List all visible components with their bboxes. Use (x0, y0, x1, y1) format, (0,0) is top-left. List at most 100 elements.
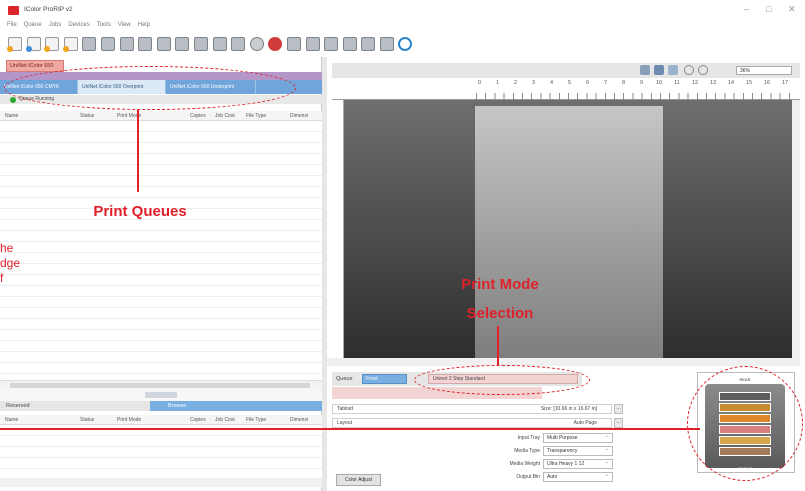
step-repeat-icon[interactable] (175, 37, 190, 51)
print-mode-label-line1: Print Mode (461, 276, 539, 293)
ruler-label: 5 (568, 80, 572, 86)
queue-icon[interactable] (305, 37, 320, 51)
paper-size-more-button[interactable]: … (614, 404, 623, 414)
settings-icon[interactable] (249, 37, 264, 51)
ruler-label: 7 (604, 80, 608, 86)
add-job-icon[interactable] (7, 37, 22, 52)
reserved-scrollbar[interactable] (0, 478, 322, 487)
zoom-select[interactable]: 36% (736, 66, 792, 75)
job-list-scrollbar[interactable] (0, 380, 322, 389)
preview-horizontal-scrollbar[interactable] (327, 358, 800, 366)
reserved-table-header: Name Status Print Mode Copies Job Cost F… (0, 415, 322, 425)
ruler-label: 2 (514, 80, 518, 86)
col-print-mode[interactable]: Print Mode (117, 415, 141, 425)
tab-browse[interactable]: Browse (150, 401, 322, 411)
menu-help[interactable]: Help (138, 22, 150, 32)
media-type-select[interactable]: Transparency (543, 445, 613, 456)
select-icon[interactable] (640, 65, 650, 75)
menu-file[interactable]: File (7, 22, 17, 32)
users-icon[interactable] (361, 37, 376, 51)
maximize-icon[interactable]: □ (766, 4, 771, 14)
col-status[interactable]: Status (80, 415, 94, 425)
color-icon[interactable] (286, 37, 301, 51)
output-bin-label: Output Bin (516, 474, 540, 480)
ruler-label: 3 (532, 80, 536, 86)
reprint-icon[interactable] (82, 37, 97, 51)
save-icon[interactable] (119, 37, 134, 51)
col-name[interactable]: Name (5, 111, 18, 121)
col-dimensions[interactable]: Dimensi (290, 111, 308, 121)
print-mode-highlight (414, 365, 590, 395)
cut-annotation-line3: f (0, 271, 4, 285)
print-job-icon[interactable] (44, 37, 60, 52)
layout-value: Auto Page (573, 420, 597, 426)
print-mode-label-line2: Selection (466, 305, 534, 322)
menu-view[interactable]: View (118, 22, 131, 32)
menu-tools[interactable]: Tools (97, 22, 111, 32)
queue-label: Queue (336, 376, 353, 382)
printer-highlight (687, 366, 803, 481)
zoom-in-icon[interactable] (684, 65, 694, 75)
queue-select[interactable]: Front (362, 374, 407, 384)
ruler-label: 4 (550, 80, 554, 86)
ruler-label: 1 (496, 80, 500, 86)
minimize-icon[interactable]: – (744, 4, 749, 14)
col-name[interactable]: Name (5, 415, 18, 425)
job-list (0, 121, 322, 380)
ruler-label: 9 (640, 80, 644, 86)
ruler-label: 0 (478, 80, 482, 86)
delete-icon[interactable] (268, 37, 283, 51)
input-tray-label: Input Tray (517, 435, 540, 441)
cut-annotation-line2: dge (0, 256, 21, 270)
ruler-label: 15 (746, 80, 753, 86)
col-job-cost[interactable]: Job Cost (215, 415, 235, 425)
title-bar (0, 0, 805, 22)
col-copies[interactable]: Copies (190, 415, 206, 425)
nest-icon[interactable] (100, 37, 115, 51)
preview-vertical-scrollbar[interactable] (792, 100, 800, 358)
col-file-type[interactable]: File Type (246, 415, 266, 425)
window-title: IColor ProRIP v2 (24, 6, 73, 13)
media-weight-select[interactable]: Ultra Heavy 1 12 (543, 458, 613, 469)
col-status[interactable]: Status (80, 111, 94, 121)
menu-queue[interactable]: Queue (24, 22, 42, 32)
menu-jobs[interactable]: Jobs (49, 22, 62, 32)
menu-devices[interactable]: Devices (68, 22, 89, 32)
process-job-icon[interactable] (25, 37, 41, 52)
col-dimensions[interactable]: Dimensi (290, 415, 308, 425)
preview-toolbar (332, 63, 800, 78)
layout-row[interactable]: Layout Auto Page (332, 418, 612, 428)
app-logo-icon (8, 6, 19, 15)
device-icon[interactable] (342, 37, 357, 51)
export-icon[interactable] (231, 37, 246, 51)
ruler-label: 14 (728, 80, 735, 86)
duplicate-icon[interactable] (138, 37, 153, 51)
printer-icon[interactable] (324, 37, 339, 51)
pane-splitter[interactable] (0, 389, 322, 401)
tile-icon[interactable] (156, 37, 171, 51)
input-tray-select[interactable]: Multi Purpose (543, 432, 613, 443)
print-queues-label: Print Queues (93, 203, 187, 220)
calibrate-icon[interactable] (379, 37, 394, 51)
print-mode-pointer (497, 326, 499, 366)
paper-size-row[interactable]: Tabloid Size: [10.66 in x 16.67 in] (332, 404, 612, 414)
pan-icon[interactable] (654, 65, 664, 75)
col-job-cost[interactable]: Job Cost (215, 111, 235, 121)
hold-job-icon[interactable] (62, 37, 78, 52)
ruler-label: 17 (782, 80, 789, 86)
ruler-label: 12 (692, 80, 699, 86)
col-file-type[interactable]: File Type (246, 111, 266, 121)
fit-icon[interactable] (668, 65, 678, 75)
clock-icon[interactable] (398, 37, 413, 51)
merge-icon[interactable] (212, 37, 227, 51)
layout-more-button[interactable]: … (614, 418, 623, 428)
tab-reserved[interactable]: Reserved (6, 401, 30, 411)
ruler-label: 11 (674, 80, 680, 86)
output-bin-select[interactable]: Auto (543, 471, 613, 482)
zoom-out-icon[interactable] (698, 65, 708, 75)
page-icon[interactable] (193, 37, 208, 51)
ruler-label: 10 (656, 80, 663, 86)
color-adjust-button[interactable]: Color Adjust (336, 474, 381, 486)
col-copies[interactable]: Copies (190, 111, 206, 121)
close-icon[interactable]: ✕ (788, 4, 796, 15)
